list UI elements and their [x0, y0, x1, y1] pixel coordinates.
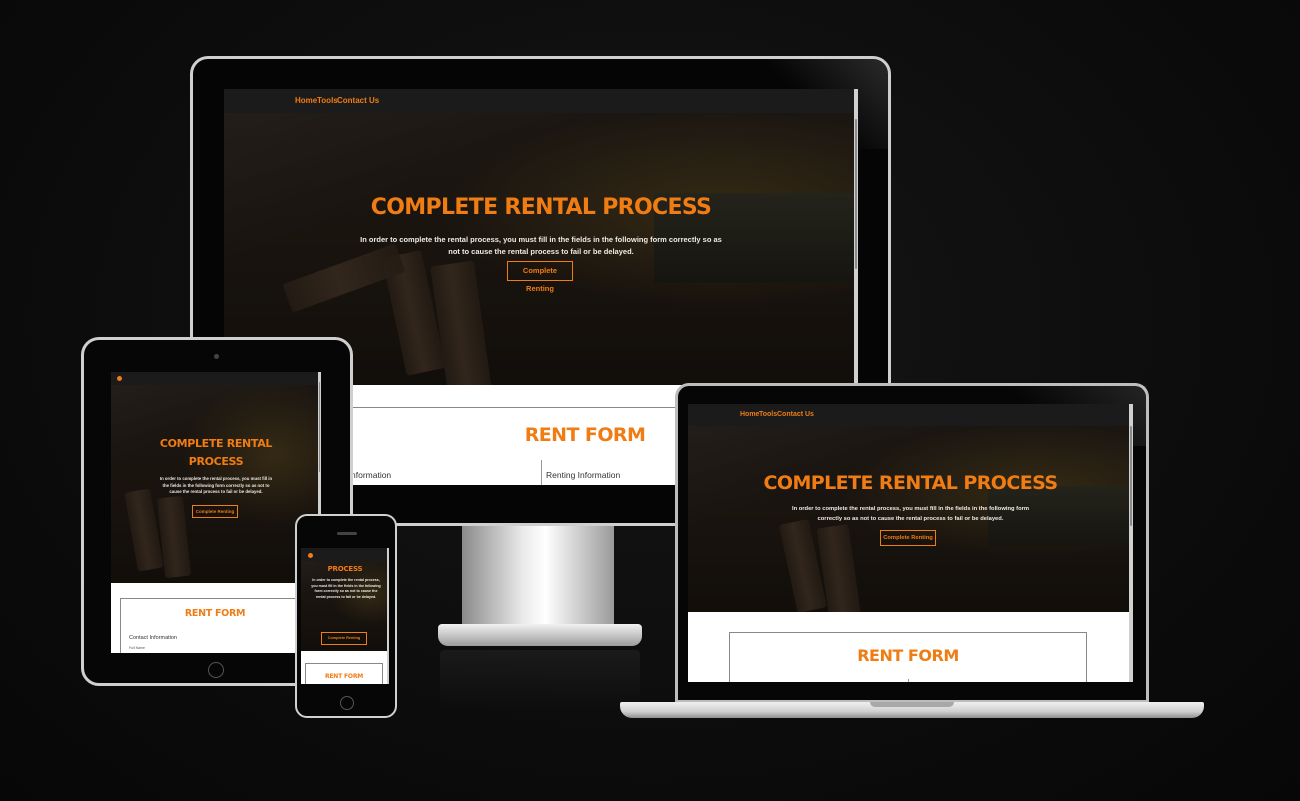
tablet-home-button[interactable] — [208, 662, 224, 678]
navbar: Home Tools Contact Us — [688, 404, 1133, 426]
rent-form: RENT FORM — [305, 663, 383, 684]
scrollbar-thumb[interactable] — [855, 119, 857, 269]
monitor-base — [438, 624, 642, 646]
phone-speaker — [337, 532, 357, 535]
complete-renting-button[interactable]: Complete Renting — [880, 530, 936, 546]
nav-home-link[interactable]: Home — [740, 411, 759, 418]
monitor-stand — [462, 526, 614, 636]
renting-section-label: Renting Information — [546, 470, 621, 480]
hero-title-line2: PROCESS — [188, 455, 244, 468]
scrollbar-thumb[interactable] — [1130, 426, 1132, 526]
hero-title: COMPLETE RENTAL PROCESS — [370, 195, 712, 220]
phone-screen: PROCESS In order to complete the rental … — [301, 548, 389, 684]
contact-section-label: nformation — [351, 470, 392, 480]
floor-reflection — [440, 650, 640, 710]
menu-logo-icon[interactable] — [117, 376, 122, 381]
nav-contact-link[interactable]: Contact Us — [337, 96, 379, 105]
scrollbar[interactable] — [1129, 404, 1133, 682]
hero-text: In order to complete the rental process,… — [791, 506, 1030, 522]
scrollbar[interactable] — [387, 548, 389, 684]
nav-home-link[interactable]: Home — [295, 96, 317, 105]
form-divider — [541, 460, 542, 485]
complete-renting-button[interactable]: Complete Renting — [192, 505, 238, 518]
complete-renting-button[interactable]: Complete Renting — [321, 632, 367, 645]
nav-tools-link[interactable]: Tools — [317, 96, 338, 105]
laptop-screen: Home Tools Contact Us COMPLETE RENTAL PR… — [688, 404, 1133, 682]
complete-renting-button[interactable]: Complete Renting — [507, 261, 573, 293]
hero-section: COMPLETE RENTAL PROCESS In order to comp… — [688, 426, 1133, 612]
menu-logo-icon[interactable] — [308, 553, 313, 558]
scrollbar-thumb[interactable] — [319, 382, 320, 472]
phone-navbar — [301, 548, 389, 561]
rent-form-title: RENT FORM — [857, 646, 959, 665]
hero-text: In order to complete the rental process,… — [360, 235, 722, 256]
rent-form-title: RENT FORM — [184, 608, 246, 619]
nav-tools-link[interactable]: Tools — [759, 411, 777, 418]
laptop-notch — [870, 702, 954, 707]
form-divider — [908, 679, 909, 682]
rent-form: RENT FORM Contact Information Full Name — [120, 598, 310, 653]
tablet-hero-section: COMPLETE RENTAL PROCESS In order to comp… — [111, 385, 321, 583]
hero-text: In order to complete the rental process,… — [159, 476, 273, 494]
contact-section-label: Contact Information — [129, 635, 177, 641]
rent-form: RENT FORM — [729, 632, 1087, 682]
phone-home-button[interactable] — [340, 696, 354, 710]
nav-contact-link[interactable]: Contact Us — [777, 411, 814, 418]
tablet-camera — [214, 354, 219, 359]
hero-title-line1: COMPLETE RENTAL — [159, 437, 273, 450]
tablet-screen: COMPLETE RENTAL PROCESS In order to comp… — [111, 372, 321, 653]
tablet-navbar — [111, 372, 321, 385]
hero-text: In order to complete the rental process,… — [311, 578, 381, 600]
hero-title: COMPLETE RENTAL PROCESS — [763, 472, 1058, 494]
full-name-label: Full Name — [129, 646, 145, 650]
phone-hero-section: PROCESS In order to complete the rental … — [301, 561, 389, 651]
rent-form-title: RENT FORM — [324, 673, 364, 680]
hero-title-line2: PROCESS — [327, 565, 363, 573]
navbar: Home Tools Contact Us — [224, 89, 858, 113]
